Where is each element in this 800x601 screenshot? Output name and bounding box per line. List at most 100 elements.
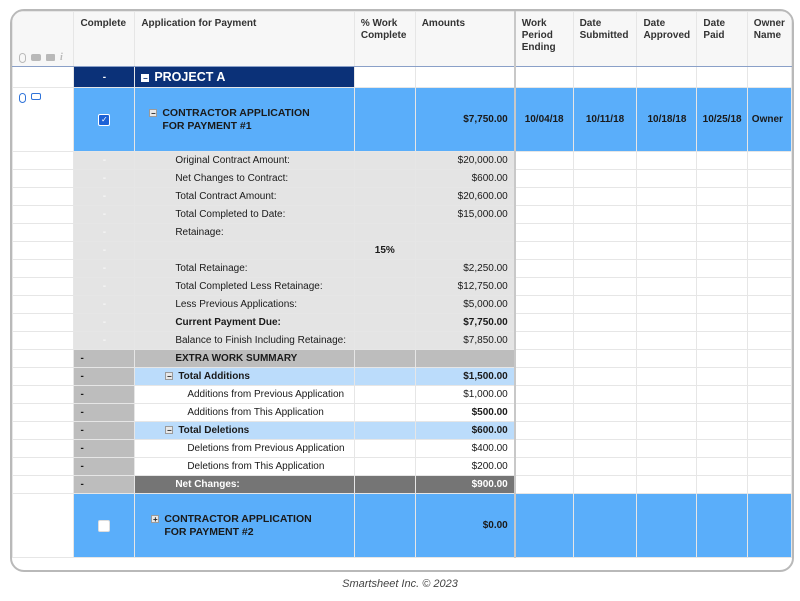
empty-cell[interactable] bbox=[746, 241, 792, 260]
empty-cell[interactable] bbox=[514, 313, 574, 332]
empty-cell[interactable] bbox=[572, 223, 638, 242]
summary-amount[interactable]: $7,850.00 bbox=[414, 331, 516, 350]
empty-cell[interactable] bbox=[572, 151, 638, 170]
work-complete-cell[interactable] bbox=[353, 169, 416, 188]
summary-amount[interactable]: $12,750.00 bbox=[414, 277, 516, 296]
date-paid-cell[interactable] bbox=[696, 493, 748, 558]
empty-cell[interactable] bbox=[572, 277, 638, 296]
empty-cell[interactable] bbox=[696, 241, 748, 260]
work-period-cell[interactable] bbox=[514, 493, 574, 558]
contract-row-2[interactable]: + CONTRACTOR APPLICATION FOR PAYMENT #2 $… bbox=[12, 493, 792, 558]
info-icon[interactable]: i bbox=[60, 52, 63, 63]
empty-cell[interactable] bbox=[636, 223, 698, 242]
summary-label[interactable]: Net Changes to Contract: bbox=[134, 169, 355, 188]
net-changes-label[interactable]: Net Changes: bbox=[134, 475, 355, 494]
additions-this-row[interactable]: - Additions from This Application $500.0… bbox=[12, 403, 792, 422]
summary-label[interactable]: Total Contract Amount: bbox=[134, 187, 355, 206]
empty-cell[interactable] bbox=[572, 259, 638, 278]
empty-cell[interactable] bbox=[696, 151, 748, 170]
empty-cell[interactable] bbox=[514, 223, 574, 242]
empty-cell[interactable] bbox=[514, 349, 574, 368]
date-submitted-cell[interactable] bbox=[572, 66, 638, 88]
additions-previous-label[interactable]: Additions from Previous Application bbox=[134, 385, 355, 404]
complete-cell[interactable] bbox=[73, 493, 136, 558]
collapse-icon[interactable]: − bbox=[141, 73, 150, 82]
empty-cell[interactable] bbox=[572, 367, 638, 386]
empty-cell[interactable] bbox=[696, 367, 748, 386]
total-additions-row[interactable]: - − Total Additions $1,500.00 bbox=[12, 367, 792, 386]
column-header-date-submitted[interactable]: Date Submitted bbox=[572, 11, 638, 67]
application-cell[interactable]: + CONTRACTOR APPLICATION FOR PAYMENT #2 bbox=[134, 493, 355, 558]
work-complete-cell[interactable] bbox=[353, 205, 416, 224]
net-changes-amount[interactable]: $900.00 bbox=[414, 475, 516, 494]
additions-previous-amount[interactable]: $1,000.00 bbox=[414, 385, 516, 404]
empty-cell[interactable] bbox=[696, 385, 748, 404]
empty-cell[interactable] bbox=[636, 367, 698, 386]
owner-name-cell[interactable]: Owner bbox=[746, 87, 792, 152]
empty-cell[interactable] bbox=[746, 205, 792, 224]
complete-cell[interactable]: ✓ bbox=[73, 87, 136, 152]
total-deletions-label-cell[interactable]: − Total Deletions bbox=[134, 421, 355, 440]
summary-label[interactable]: Current Payment Due: bbox=[134, 313, 355, 332]
empty-cell[interactable] bbox=[572, 205, 638, 224]
date-approved-cell[interactable] bbox=[636, 66, 698, 88]
owner-name-cell[interactable] bbox=[746, 493, 792, 558]
column-header-complete[interactable]: Complete bbox=[73, 11, 136, 67]
empty-cell[interactable] bbox=[696, 421, 748, 440]
empty-cell[interactable] bbox=[514, 205, 574, 224]
empty-cell[interactable] bbox=[636, 331, 698, 350]
work-complete-cell[interactable] bbox=[353, 223, 416, 242]
empty-cell[interactable] bbox=[746, 475, 792, 494]
work-complete-cell[interactable] bbox=[353, 295, 416, 314]
deletions-this-amount[interactable]: $200.00 bbox=[414, 457, 516, 476]
summary-row[interactable]: - Original Contract Amount: $20,000.00 bbox=[12, 151, 792, 170]
collapse-icon[interactable]: − bbox=[165, 372, 174, 381]
empty-cell[interactable] bbox=[514, 367, 574, 386]
empty-cell[interactable] bbox=[636, 205, 698, 224]
complete-cell[interactable]: - bbox=[73, 331, 136, 350]
empty-cell[interactable] bbox=[572, 421, 638, 440]
contract-row-1[interactable]: ✓ − CONTRACTOR APPLICATION FOR PAYMENT #1… bbox=[12, 87, 792, 152]
column-header-date-approved[interactable]: Date Approved bbox=[636, 11, 698, 67]
empty-cell[interactable] bbox=[636, 457, 698, 476]
summary-label[interactable]: Total Retainage: bbox=[134, 259, 355, 278]
comment-icon[interactable] bbox=[31, 54, 41, 61]
empty-cell[interactable] bbox=[514, 169, 574, 188]
empty-cell[interactable] bbox=[636, 187, 698, 206]
attachment-icon[interactable] bbox=[19, 93, 26, 103]
empty-cell[interactable] bbox=[696, 313, 748, 332]
empty-cell[interactable] bbox=[746, 295, 792, 314]
amount-cell[interactable]: $7,750.00 bbox=[414, 87, 516, 152]
empty-cell[interactable] bbox=[746, 367, 792, 386]
attachment-icon[interactable] bbox=[19, 52, 26, 63]
complete-cell[interactable]: - bbox=[73, 475, 136, 494]
total-additions-amount[interactable]: $1,500.00 bbox=[414, 367, 516, 386]
empty-cell[interactable] bbox=[514, 385, 574, 404]
summary-row[interactable]: - Total Contract Amount: $20,600.00 bbox=[12, 187, 792, 206]
empty-cell[interactable] bbox=[514, 475, 574, 494]
empty-cell[interactable] bbox=[746, 385, 792, 404]
empty-cell[interactable] bbox=[572, 187, 638, 206]
summary-label[interactable]: Original Contract Amount: bbox=[134, 151, 355, 170]
work-complete-cell[interactable] bbox=[353, 331, 416, 350]
empty-cell[interactable] bbox=[572, 439, 638, 458]
complete-cell[interactable]: - bbox=[73, 241, 136, 260]
deletions-previous-row[interactable]: - Deletions from Previous Application $4… bbox=[12, 439, 792, 458]
empty-cell[interactable] bbox=[696, 475, 748, 494]
complete-cell[interactable]: - bbox=[73, 66, 136, 88]
work-complete-cell[interactable] bbox=[353, 421, 416, 440]
complete-cell[interactable]: - bbox=[73, 367, 136, 386]
column-header-application[interactable]: Application for Payment bbox=[134, 11, 355, 67]
date-approved-cell[interactable] bbox=[636, 493, 698, 558]
empty-cell[interactable] bbox=[572, 331, 638, 350]
deletions-previous-label[interactable]: Deletions from Previous Application bbox=[134, 439, 355, 458]
complete-cell[interactable]: - bbox=[73, 313, 136, 332]
complete-cell[interactable]: - bbox=[73, 403, 136, 422]
additions-this-label[interactable]: Additions from This Application bbox=[134, 403, 355, 422]
complete-cell[interactable]: - bbox=[73, 349, 136, 368]
complete-cell[interactable]: - bbox=[73, 295, 136, 314]
summary-label[interactable]: Retainage: bbox=[134, 223, 355, 242]
work-complete-cell[interactable] bbox=[353, 403, 416, 422]
summary-label[interactable]: Balance to Finish Including Retainage: bbox=[134, 331, 355, 350]
column-header-owner-name[interactable]: Owner Name bbox=[746, 11, 792, 67]
